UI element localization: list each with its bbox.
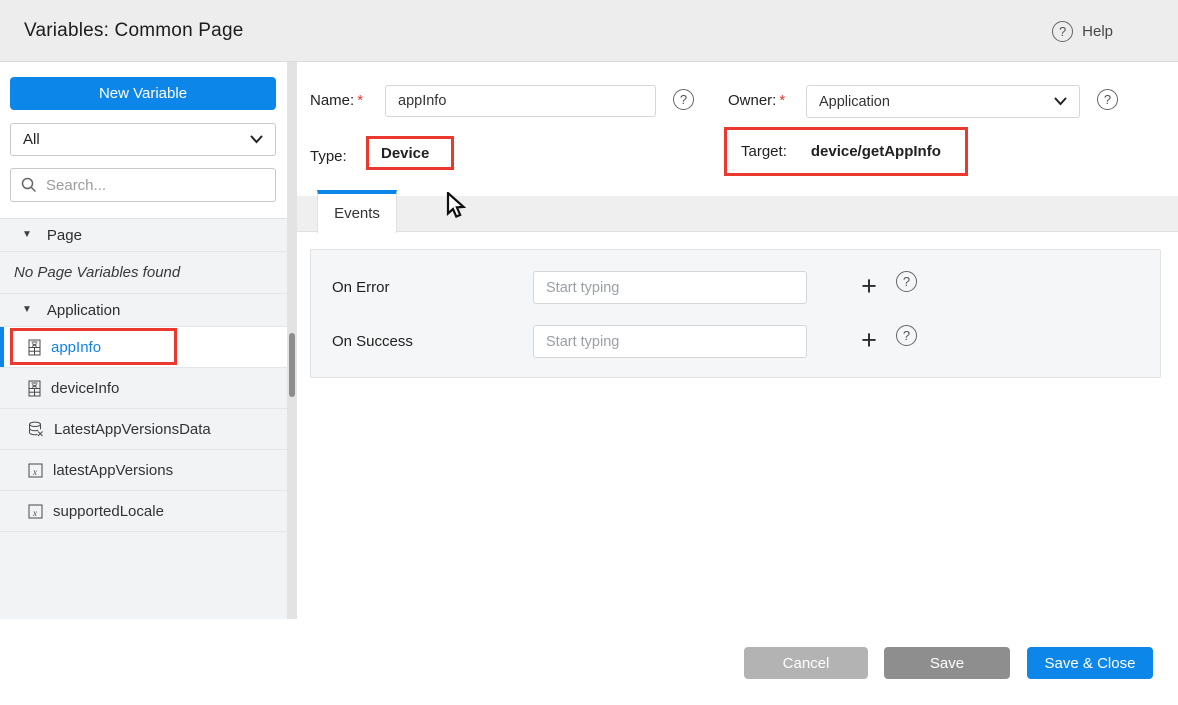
on-error-add-button[interactable]: +: [856, 273, 882, 299]
section-application-label: Application: [47, 302, 120, 319]
search-icon: [21, 177, 37, 193]
sidebar-scrollbar-track[interactable]: [287, 62, 297, 619]
name-help-icon[interactable]: ?: [673, 89, 694, 110]
owner-help-icon[interactable]: ?: [1097, 89, 1118, 110]
type-value: Device: [381, 145, 429, 162]
variable-list: ▼ Page No Page Variables found ▼ Applica…: [0, 218, 287, 619]
object-variable-icon: [28, 380, 41, 397]
svg-text:x: x: [32, 467, 37, 477]
variables-dialog: Variables: Common Page ? Help New Variab…: [0, 0, 1178, 705]
collapse-triangle-icon: ▼: [22, 230, 32, 240]
save-and-close-button[interactable]: Save & Close: [1027, 647, 1153, 679]
cancel-button[interactable]: Cancel: [744, 647, 868, 679]
object-variable-icon: [28, 339, 41, 356]
section-application[interactable]: ▼ Application: [0, 294, 287, 327]
variable-item-supportedlocale[interactable]: x supportedLocale: [0, 491, 287, 532]
annotation-box-target: Target: device/getAppInfo: [724, 127, 968, 176]
on-success-add-button[interactable]: +: [856, 327, 882, 353]
array-variable-icon: x: [28, 463, 43, 478]
owner-selected-value: Application: [819, 94, 890, 110]
no-page-variables-message: No Page Variables found: [0, 252, 287, 294]
on-success-help-icon[interactable]: ?: [896, 325, 917, 346]
target-field-label: Target:: [741, 143, 787, 160]
dialog-header: Variables: Common Page ? Help: [0, 0, 1178, 62]
owner-field-label: Owner:*: [728, 92, 785, 109]
new-variable-button[interactable]: New Variable: [10, 77, 276, 110]
type-field-label: Type:: [310, 148, 347, 165]
collapse-triangle-icon: ▼: [22, 305, 32, 315]
svg-text:x: x: [32, 508, 37, 518]
help-label: Help: [1082, 23, 1113, 40]
section-page-label: Page: [47, 227, 82, 244]
variable-item-label: latestAppVersions: [53, 462, 173, 479]
save-button[interactable]: Save: [884, 647, 1010, 679]
on-success-input[interactable]: [533, 325, 807, 358]
variable-search: [10, 168, 276, 202]
variable-item-deviceinfo[interactable]: deviceInfo: [0, 368, 287, 409]
events-panel: On Error + ? On Success + ?: [310, 249, 1161, 378]
chevron-down-icon: [250, 135, 263, 144]
variable-item-label: deviceInfo: [51, 380, 119, 397]
variable-item-label: supportedLocale: [53, 503, 164, 520]
help-button[interactable]: ? Help: [1052, 0, 1113, 62]
variable-item-appinfo[interactable]: appInfo: [0, 327, 287, 368]
on-success-label: On Success: [332, 333, 413, 350]
owner-select[interactable]: Application: [806, 85, 1080, 118]
on-error-label: On Error: [332, 279, 390, 296]
on-error-input[interactable]: [533, 271, 807, 304]
variable-item-label: appInfo: [51, 339, 101, 356]
variable-item-latestappversionsdata[interactable]: LatestAppVersionsData: [0, 409, 287, 450]
variables-sidebar: New Variable All ▼ Page No Page Variable…: [0, 62, 297, 705]
on-error-help-icon[interactable]: ?: [896, 271, 917, 292]
section-page[interactable]: ▼ Page: [0, 219, 287, 252]
tab-events[interactable]: Events: [317, 190, 397, 233]
variable-detail-panel: Name:* ? Owner:* Application ? Type: Dev…: [297, 62, 1178, 705]
help-icon: ?: [1052, 21, 1073, 42]
tab-events-label: Events: [334, 205, 380, 222]
annotation-box-type: Device: [366, 136, 454, 170]
array-variable-icon: x: [28, 504, 43, 519]
target-value: device/getAppInfo: [811, 143, 941, 160]
variable-item-label: LatestAppVersionsData: [54, 421, 211, 438]
name-input[interactable]: [385, 85, 656, 117]
variable-filter-select[interactable]: All: [10, 123, 276, 156]
chevron-down-icon: [1054, 97, 1067, 106]
name-field-label: Name:*: [310, 92, 363, 109]
required-asterisk: *: [779, 92, 785, 109]
variable-item-latestappversions[interactable]: x latestAppVersions: [0, 450, 287, 491]
required-asterisk: *: [357, 92, 363, 109]
sidebar-scrollbar-thumb[interactable]: [289, 333, 295, 397]
search-input[interactable]: [46, 177, 265, 194]
tab-bar: [297, 196, 1178, 232]
page-title: Variables: Common Page: [24, 0, 244, 62]
database-variable-icon: [28, 421, 44, 437]
filter-selected-value: All: [23, 131, 40, 148]
